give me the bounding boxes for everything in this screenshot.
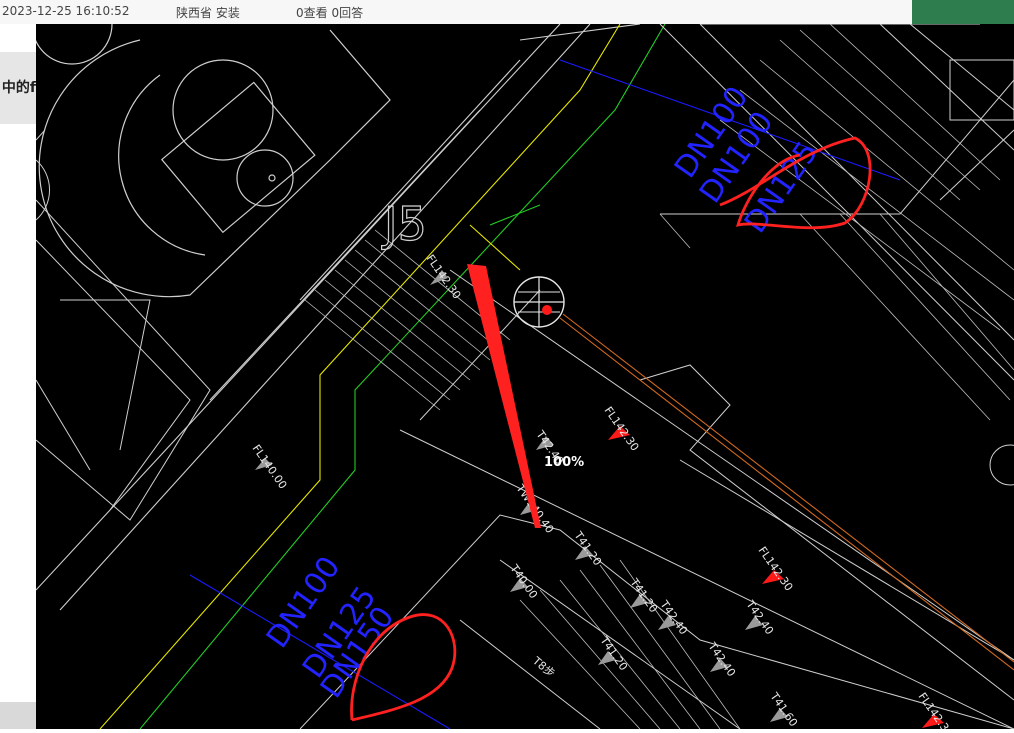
page-heading-fragment: 中的f: [0, 52, 36, 124]
post-stats: 0查看 0回答: [296, 6, 364, 20]
cad-drawing-canvas[interactable]: DN100 DN100 DN125 DN100 DN125 DN150 J5 F…: [31, 0, 1014, 733]
post-datetime: 2023-12-25 16:10:52: [2, 4, 130, 18]
cad-drawing: DN100 DN100 DN125 DN100 DN125 DN150 J5 F…: [31, 0, 1014, 733]
green-banner: [912, 0, 1014, 24]
topbar: 2023-12-25 16:10:52 陕西省 安装 0查看 0回答: [0, 0, 1014, 25]
axis-label: J5: [381, 197, 427, 251]
left-page-panel: 中的f: [0, 24, 36, 729]
post-location: 陕西省 安装: [176, 6, 240, 20]
crosshair-cursor-icon[interactable]: [513, 276, 565, 328]
zoom-indicator: 100%: [544, 455, 584, 470]
left-panel-footer: [0, 702, 36, 729]
drawing-background: [36, 24, 1014, 729]
